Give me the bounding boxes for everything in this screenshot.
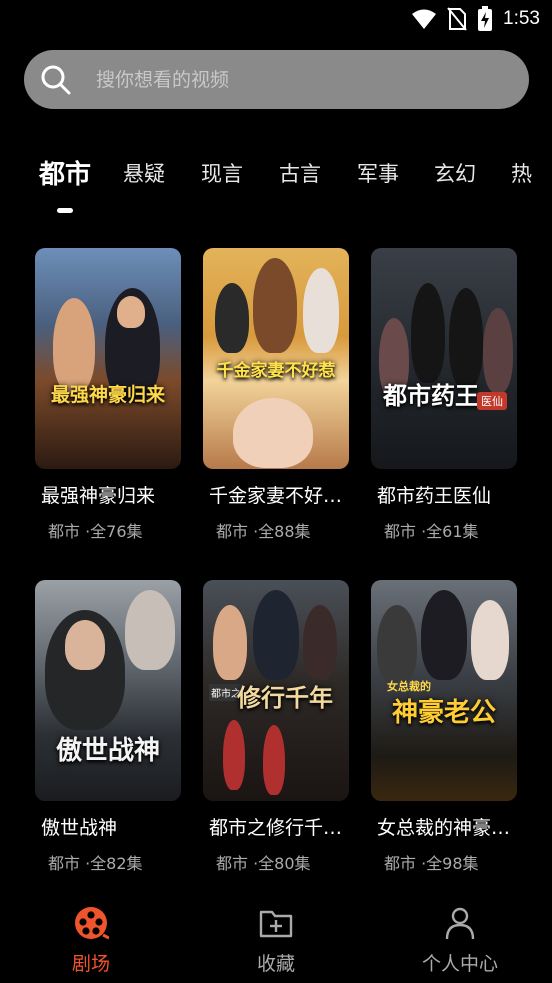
drama-meta: 都市 ·全80集 [216,854,311,873]
battery-charging-icon [478,6,493,31]
search-bar[interactable] [24,50,529,109]
drama-title: 傲世战神 [41,817,118,839]
tab-xuanyi[interactable]: 悬疑 [123,158,165,188]
film-reel-icon [75,907,109,940]
tab-xuanhuan[interactable]: 玄幻 [434,158,476,188]
poster-title-text: 神豪老公 [391,698,496,728]
drama-title: 都市药王医仙 [377,485,492,507]
drama-card[interactable]: 都市药王 医仙 都市药王医仙 都市 ·全61集 [371,248,517,542]
nav-theater[interactable]: 剧场 [26,895,156,976]
tab-guyan[interactable]: 古言 [279,158,321,188]
poster-title-text: 最强神豪归来 [50,384,165,406]
wifi-icon [412,9,437,29]
drama-poster[interactable]: 都市药王 医仙 [371,248,517,469]
poster-title-text: 千金家妻不好惹 [216,361,336,381]
drama-title: 千金家妻不好… [209,485,343,507]
drama-poster[interactable]: 都市之 修行千年 [203,580,349,801]
poster-title-text: 都市药王 [383,381,479,410]
drama-card[interactable]: 傲世战神 傲世战神 都市 ·全82集 [35,580,181,874]
drama-poster[interactable]: 最强神豪归来 [35,248,181,469]
poster-title-text: 修行千年 [237,683,333,712]
drama-title: 都市之修行千… [209,817,343,839]
status-bar: 1:53 [0,0,552,38]
status-time: 1:53 [503,8,540,29]
drama-card[interactable]: 都市之 修行千年 都市之修行千… 都市 ·全80集 [203,580,349,874]
drama-poster[interactable]: 傲世战神 [35,580,181,801]
drama-card[interactable]: 千金家妻不好惹 千金家妻不好… 都市 ·全88集 [203,248,349,542]
bottom-nav: 剧场 收藏 个人中心 [0,895,552,983]
folder-add-icon [259,910,293,938]
no-sim-icon [447,7,467,31]
nav-label: 个人中心 [421,953,498,975]
poster-title-text: 傲世战神 [55,736,160,766]
tab-xianyan[interactable]: 现言 [201,158,243,188]
status-icons: 1:53 [411,6,540,32]
drama-card[interactable]: 女总裁的 神豪老公 女总裁的神豪… 都市 ·全98集 [371,580,517,874]
drama-meta: 都市 ·全82集 [48,854,143,873]
active-tab-indicator [57,208,73,213]
nav-label: 剧场 [71,953,110,975]
tab-dushi[interactable]: 都市 [39,154,91,191]
nav-profile[interactable]: 个人中心 [395,895,525,976]
drama-meta: 都市 ·全76集 [48,522,143,541]
user-icon [445,907,475,940]
search-input[interactable] [96,62,506,97]
drama-title: 女总裁的神豪… [377,817,511,839]
category-tabs: 都市 悬疑 现言 古言 军事 玄幻 热 [0,150,552,220]
nav-label: 收藏 [256,953,295,975]
drama-poster[interactable]: 女总裁的 神豪老公 [371,580,517,801]
drama-meta: 都市 ·全88集 [216,522,311,541]
drama-meta: 都市 ·全61集 [384,522,479,541]
tab-re[interactable]: 热 [511,158,532,188]
drama-meta: 都市 ·全98集 [384,854,479,873]
drama-title: 最强神豪归来 [41,485,156,507]
drama-poster[interactable]: 千金家妻不好惹 [203,248,349,469]
tab-junshi[interactable]: 军事 [357,158,399,188]
nav-favorites[interactable]: 收藏 [211,895,341,976]
search-icon[interactable] [40,64,72,96]
drama-card[interactable]: 最强神豪归来 最强神豪归来 都市 ·全76集 [35,248,181,542]
poster-badge: 医仙 [477,392,507,410]
